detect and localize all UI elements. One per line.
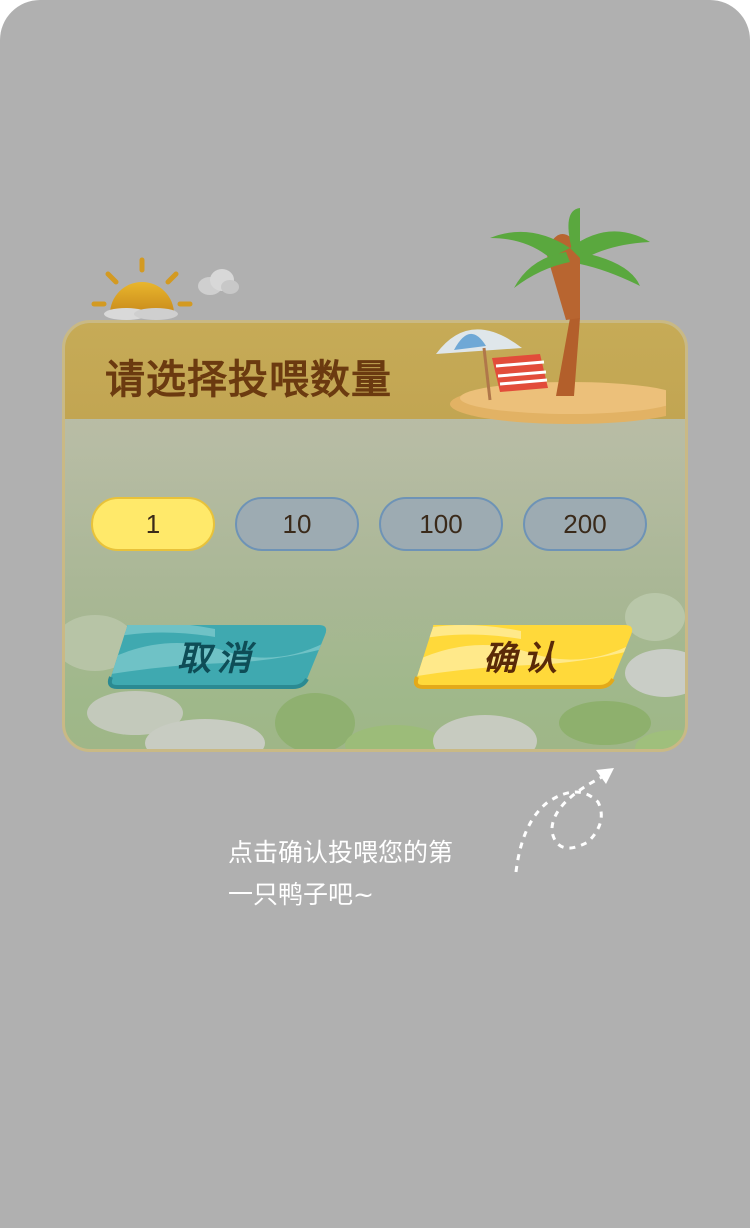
- quantity-option-100[interactable]: 100: [379, 497, 503, 551]
- hint-line-1: 点击确认投喂您的第: [228, 838, 454, 867]
- quantity-option-200[interactable]: 200: [523, 497, 647, 551]
- dashed-arrow-icon: [514, 768, 614, 873]
- cancel-button[interactable]: 取消: [105, 621, 329, 689]
- quantity-option-10[interactable]: 10: [235, 497, 359, 551]
- confirm-button[interactable]: 确认: [411, 621, 635, 689]
- palm-island-icon: [436, 208, 666, 424]
- cancel-button-label: 取消: [177, 638, 257, 679]
- cloud-icon: [198, 269, 239, 295]
- hint-line-2: 一只鸭子吧~: [228, 880, 374, 909]
- hint-text: 点击确认投喂您的第 一只鸭子吧~: [228, 832, 508, 916]
- confirm-button-label: 确认: [483, 638, 563, 679]
- dialog-title: 请选择投喂数量: [105, 357, 392, 403]
- sun-icon: [91, 257, 193, 320]
- feed-quantity-screen: 请选择投喂数量 1 10 100 200 取消 确认 点击确认投喂您的第 一只鸭…: [0, 0, 750, 1228]
- quantity-option-1[interactable]: 1: [91, 497, 215, 551]
- quantity-options: 1 10 100 200: [91, 497, 671, 553]
